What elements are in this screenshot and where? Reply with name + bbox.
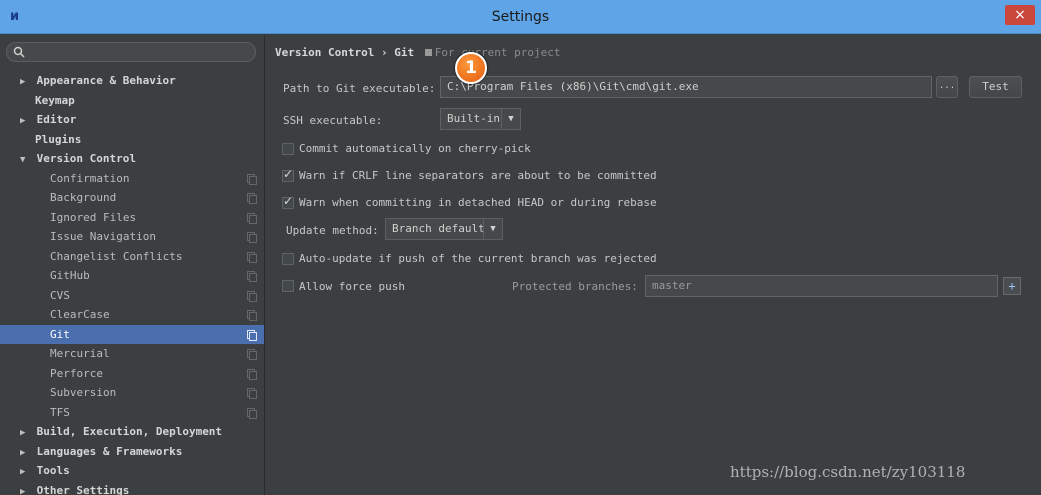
- sidebar-item-confirmation[interactable]: Confirmation: [0, 169, 264, 189]
- search-icon: [13, 46, 25, 58]
- sidebar-item-tfs[interactable]: TFS: [0, 403, 264, 423]
- detached-head-checkbox[interactable]: [282, 194, 294, 209]
- sidebar-item-subversion[interactable]: Subversion: [0, 383, 264, 403]
- sidebar-item-label: Perforce: [50, 366, 103, 380]
- ssh-label: SSH executable:: [283, 114, 383, 127]
- sidebar-item-keymap[interactable]: Keymap: [0, 91, 264, 111]
- sidebar-item-appearance-behavior[interactable]: ▶ Appearance & Behavior: [0, 71, 264, 91]
- force-push-checkbox[interactable]: [282, 280, 294, 292]
- sidebar-item-label: Version Control: [36, 152, 136, 165]
- project-scope-icon: [247, 290, 257, 302]
- project-scope-icon: [247, 388, 257, 399]
- crlf-warning-label: Warn if CRLF line separators are about t…: [299, 169, 657, 182]
- sidebar-item-clearcase[interactable]: ClearCase: [0, 305, 264, 325]
- protected-branches-input[interactable]: master: [645, 275, 998, 297]
- force-push-label: Allow force push: [299, 280, 405, 293]
- sidebar-item-languages-frameworks[interactable]: ▶ Languages & Frameworks: [0, 442, 264, 462]
- sidebar-item-label: Issue Navigation: [50, 230, 156, 243]
- git-settings-panel: Version Control › Git For current projec…: [266, 35, 1041, 495]
- sidebar-item-label: Build, Execution, Deployment: [36, 425, 223, 438]
- sidebar-item-ignored-files[interactable]: Ignored Files: [0, 208, 264, 228]
- detached-head-label: Warn when committing in detached HEAD or…: [299, 196, 657, 209]
- project-scope-icon: [247, 212, 257, 224]
- git-path-label: Path to Git executable:: [283, 82, 436, 95]
- chevron-down-icon: ▼: [483, 219, 502, 239]
- settings-tree: ▶ Appearance & Behavior Keymap ▶ Editor Plu…: [0, 71, 264, 495]
- sidebar-item-label: Subversion: [50, 386, 117, 399]
- update-method-value: Branch default: [392, 222, 485, 235]
- auto-update-checkbox[interactable]: [282, 253, 294, 265]
- project-scope-icon: [247, 368, 257, 380]
- sidebar-item-label: TFS: [50, 405, 70, 419]
- project-scope-icon: [247, 310, 257, 321]
- sidebar-item-editor[interactable]: ▶ Editor: [0, 110, 264, 130]
- breadcrumb-path: Version Control › Git: [275, 46, 415, 59]
- sidebar-item-mercurial[interactable]: Mercurial: [0, 344, 264, 364]
- sidebar-item-label: Changelist Conflicts: [50, 249, 183, 263]
- search-input[interactable]: [6, 42, 256, 62]
- sidebar-item-label: Confirmation: [50, 171, 130, 185]
- sidebar-item-label: Keymap: [35, 93, 75, 107]
- project-scope-icon: [247, 407, 257, 419]
- sidebar-item-label: Background: [50, 191, 117, 204]
- expand-right-icon[interactable]: ▶: [20, 483, 30, 495]
- sidebar-item-label: Tools: [36, 464, 70, 477]
- sidebar-item-label: GitHub: [50, 269, 90, 282]
- project-scope-icon: [247, 251, 257, 263]
- update-method-label: Update method:: [286, 224, 379, 237]
- sidebar-item-build-execution-deployment[interactable]: ▶ Build, Execution, Deployment: [0, 422, 264, 442]
- sidebar-item-other-settings[interactable]: ▶ Other Settings: [0, 481, 264, 495]
- sidebar-item-label: Mercurial: [50, 347, 110, 360]
- annotation-badge: 1: [455, 52, 487, 84]
- sidebar-item-tools[interactable]: ▶ Tools: [0, 461, 264, 481]
- test-button[interactable]: Test: [969, 76, 1022, 98]
- breadcrumb: Version Control › Git For current projec…: [275, 46, 561, 59]
- project-scope-icon: [247, 173, 257, 185]
- project-scope-icon: [247, 349, 257, 360]
- sidebar-item-label: Plugins: [35, 132, 82, 146]
- chevron-down-icon: ▼: [501, 109, 520, 129]
- cherry-pick-label: Commit automatically on cherry-pick: [299, 142, 531, 155]
- breadcrumb-scope: For current project: [434, 46, 561, 59]
- project-scope-icon: [247, 329, 257, 341]
- watermark: https://blog.csdn.net/zy103118: [730, 463, 966, 481]
- ssh-select-value: Built-in: [447, 112, 500, 125]
- sidebar-item-background[interactable]: Background: [0, 188, 264, 208]
- sidebar-item-cvs[interactable]: CVS: [0, 286, 264, 306]
- crlf-warning-checkbox[interactable]: [282, 167, 294, 182]
- project-scope-icon: [247, 232, 257, 243]
- sidebar-item-label: Git: [50, 327, 70, 341]
- close-button[interactable]: ×: [1005, 5, 1035, 25]
- sidebar-item-perforce[interactable]: Perforce: [0, 364, 264, 384]
- auto-update-label: Auto-update if push of the current branc…: [299, 252, 657, 265]
- git-path-input[interactable]: C:\Program Files (x86)\Git\cmd\git.exe: [440, 76, 932, 98]
- sidebar-item-label: Editor: [36, 113, 77, 126]
- sidebar-item-label: Languages & Frameworks: [36, 444, 183, 458]
- sidebar-item-changelist-conflicts[interactable]: Changelist Conflicts: [0, 247, 264, 267]
- project-scope-icon: [247, 271, 257, 282]
- project-scope-icon: [247, 193, 257, 204]
- sidebar-item-label: CVS: [50, 288, 70, 302]
- sidebar-item-label: Other Settings: [36, 483, 130, 495]
- sidebar-item-git[interactable]: Git: [0, 324, 264, 344]
- project-scope-icon: [424, 49, 432, 56]
- cherry-pick-checkbox[interactable]: [282, 143, 294, 155]
- add-branch-icon[interactable]: +: [1003, 277, 1021, 295]
- sidebar-item-version-control[interactable]: ▼ Version Control: [0, 149, 264, 169]
- update-method-select[interactable]: Branch default ▼: [385, 218, 503, 240]
- window-title: Settings: [491, 9, 550, 25]
- protected-branches-label: Protected branches:: [512, 280, 638, 293]
- title-bar: ᴎ Settings ×: [0, 0, 1041, 34]
- sidebar-item-plugins[interactable]: Plugins: [0, 130, 264, 150]
- sidebar-item-label: Appearance & Behavior: [36, 74, 176, 87]
- ssh-select[interactable]: Built-in ▼: [440, 108, 521, 130]
- sidebar-item-label: Ignored Files: [50, 210, 137, 224]
- sidebar-item-issue-navigation[interactable]: Issue Navigation: [0, 227, 264, 247]
- sidebar-item-label: ClearCase: [50, 308, 110, 321]
- sidebar-item-github[interactable]: GitHub: [0, 266, 264, 286]
- browse-button[interactable]: ...: [936, 76, 958, 98]
- settings-sidebar: ▶ Appearance & Behavior Keymap ▶ Editor Plu…: [0, 35, 265, 495]
